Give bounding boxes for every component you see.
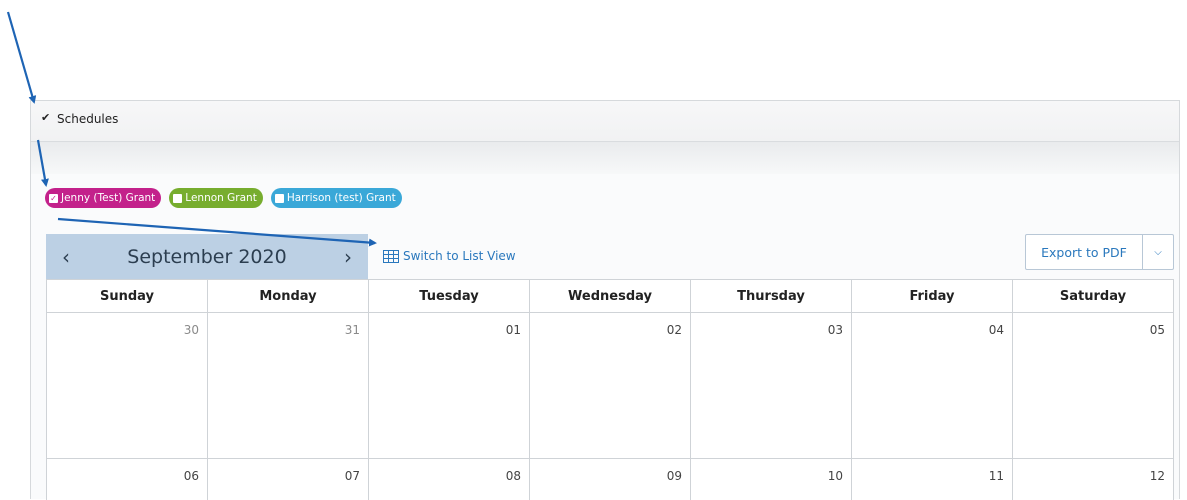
weekday-header-row: Sunday Monday Tuesday Wednesday Thursday… (47, 280, 1173, 313)
day-number: 11 (988, 469, 1004, 483)
chip-lennon-grant[interactable]: Lennon Grant (169, 188, 263, 208)
month-title: September 2020 (127, 245, 287, 268)
weekday-header: Monday (208, 280, 369, 312)
day-number: 04 (988, 323, 1004, 337)
calendar-week-row: 30 31 01 02 03 04 05 (47, 313, 1173, 459)
day-cell[interactable]: 03 (691, 313, 852, 458)
chip-label: Harrison (test) Grant (286, 192, 396, 204)
switch-label: Switch to List View (403, 249, 516, 263)
day-number: 12 (1149, 469, 1165, 483)
export-pdf-split-button: Export to PDF ⌵ (1025, 234, 1174, 270)
day-number: 31 (344, 323, 360, 337)
day-number: 10 (827, 469, 843, 483)
weekday-header: Friday (852, 280, 1013, 312)
day-cell[interactable]: 12 (1013, 459, 1173, 500)
day-cell[interactable]: 09 (530, 459, 691, 500)
day-cell[interactable]: 11 (852, 459, 1013, 500)
day-number: 08 (505, 469, 521, 483)
day-number: 05 (1149, 323, 1165, 337)
day-cell[interactable]: 06 (47, 459, 208, 500)
day-cell[interactable]: 02 (530, 313, 691, 458)
header-band (31, 142, 1179, 174)
day-cell[interactable]: 01 (369, 313, 530, 458)
switch-to-list-view-link[interactable]: Switch to List View (383, 249, 516, 263)
checkbox-checked-icon[interactable]: ✓ (49, 193, 58, 203)
chevron-down-icon[interactable]: ✔ (41, 111, 50, 124)
day-number: 30 (183, 323, 199, 337)
weekday-header: Tuesday (369, 280, 530, 312)
annotation-arrow-schedules (6, 11, 37, 104)
day-number: 03 (827, 323, 843, 337)
schedules-header[interactable]: ✔ Schedules (31, 101, 1179, 142)
day-number: 02 (666, 323, 682, 337)
chip-jenny-grant[interactable]: ✓ Jenny (Test) Grant (45, 188, 162, 208)
chevron-left-icon[interactable]: ‹ (46, 245, 86, 269)
checkbox-unchecked-icon[interactable] (274, 193, 284, 203)
day-cell[interactable]: 31 (208, 313, 369, 458)
chevron-right-icon[interactable]: › (328, 245, 368, 269)
chip-label: Lennon Grant (185, 192, 257, 204)
schedule-filter-chips: ✓ Jenny (Test) Grant Lennon Grant Harris… (45, 188, 402, 208)
chevron-down-icon[interactable]: ⌵ (1143, 235, 1173, 269)
day-cell[interactable]: 10 (691, 459, 852, 500)
day-number: 07 (344, 469, 360, 483)
chip-label: Jenny (Test) Grant (61, 192, 156, 204)
schedules-title: Schedules (57, 112, 119, 126)
day-number: 01 (505, 323, 521, 337)
day-cell[interactable]: 07 (208, 459, 369, 500)
checkbox-unchecked-icon[interactable] (173, 193, 183, 203)
month-calendar-grid: Sunday Monday Tuesday Wednesday Thursday… (46, 279, 1174, 500)
export-pdf-button[interactable]: Export to PDF (1026, 235, 1143, 269)
table-icon (383, 249, 399, 263)
month-navigator: ‹ September 2020 › (46, 234, 368, 279)
day-cell[interactable]: 05 (1013, 313, 1173, 458)
day-cell[interactable]: 08 (369, 459, 530, 500)
chip-harrison-grant[interactable]: Harrison (test) Grant (270, 188, 402, 208)
weekday-header: Sunday (47, 280, 208, 312)
day-number: 06 (183, 469, 199, 483)
calendar-week-row: 06 07 08 09 10 11 12 (47, 459, 1173, 500)
day-cell[interactable]: 04 (852, 313, 1013, 458)
weekday-header: Saturday (1059, 288, 1127, 304)
schedules-panel: ✔ Schedules ✓ Jenny (Test) Grant Lennon … (30, 100, 1180, 500)
day-number: 09 (666, 469, 682, 483)
day-cell[interactable]: 30 (47, 313, 208, 458)
weekday-header: Wednesday (530, 280, 691, 312)
weekday-header: Thursday (691, 280, 852, 312)
